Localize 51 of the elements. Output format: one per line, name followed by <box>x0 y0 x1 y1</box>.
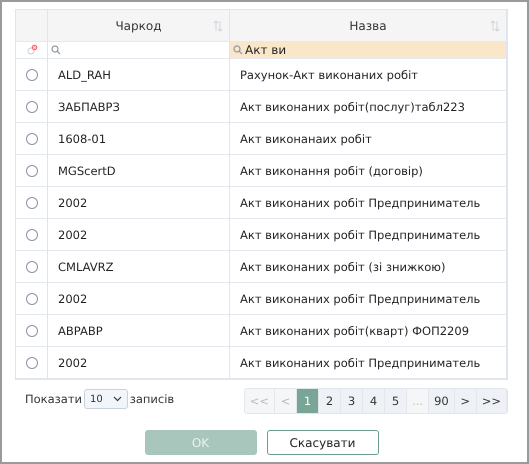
page-size-select[interactable]: 10 <box>84 389 128 409</box>
column-header[interactable]: Чаркод <box>48 10 230 42</box>
records-label: записів <box>130 392 174 406</box>
page-button[interactable]: 5 <box>385 389 408 413</box>
search-icon <box>233 45 243 55</box>
table-cell: ABPABP <box>48 315 230 347</box>
table-cell: Акт виконаних робіт Предприниматель <box>230 219 507 251</box>
sort-icon <box>490 20 500 32</box>
table-cell: 2002 <box>48 219 230 251</box>
table-cell: Акт виконанаих робіт <box>230 123 507 155</box>
table-cell: 2002 <box>48 283 230 315</box>
clear-filter-icon[interactable] <box>26 44 38 56</box>
row-radio[interactable] <box>26 292 38 304</box>
row-radio[interactable] <box>26 260 38 272</box>
page-button[interactable]: >> <box>476 389 507 413</box>
page-button[interactable]: 3 <box>341 389 364 413</box>
table-cell: Рахунок-Акт виконаних робіт <box>230 59 507 91</box>
sort-icon <box>213 20 223 32</box>
row-radio[interactable] <box>26 196 38 208</box>
cancel-button[interactable]: Скасувати <box>266 430 378 455</box>
row-radio[interactable] <box>26 228 38 240</box>
column-header[interactable]: Назва <box>230 10 507 42</box>
table-cell: Акт виконаних робіт(послуг)табл223 <box>230 91 507 123</box>
row-radio[interactable] <box>26 164 38 176</box>
filter-field[interactable] <box>48 42 230 59</box>
row-radio[interactable] <box>26 356 38 368</box>
search-icon <box>51 45 61 55</box>
table-cell: Акт виконаних робіт(кварт) ФОП2209 <box>230 315 507 347</box>
table-cell: MGScertD <box>48 155 230 187</box>
page-button[interactable]: 2 <box>319 389 342 413</box>
chevron-down-icon <box>112 396 122 402</box>
table-cell: ALD_RAH <box>48 59 230 91</box>
table-cell: 2002 <box>48 347 230 379</box>
page-button[interactable]: 4 <box>363 389 386 413</box>
page-button[interactable]: 90 <box>429 389 455 413</box>
table-cell: 1608-01 <box>48 123 230 155</box>
table-cell: Акт виконаних робіт Предприниматель <box>230 283 507 315</box>
table-cell: Акт виконаних робіт Предприниматель <box>230 187 507 219</box>
row-radio[interactable] <box>26 68 38 80</box>
page-button[interactable]: > <box>454 389 477 413</box>
table-cell: 2002 <box>48 187 230 219</box>
show-label: Показати <box>25 392 82 406</box>
table-cell: CMLAVRZ <box>48 251 230 283</box>
table-cell: Акт виконаних робіт (зі знижкою) <box>230 251 507 283</box>
table-cell: Акт виконаних робіт Предприниматель <box>230 347 507 379</box>
table-cell: ЗАБПАВРЗ <box>48 91 230 123</box>
row-radio[interactable] <box>26 132 38 144</box>
table-cell: Акт виконання робіт (договір) <box>230 155 507 187</box>
row-radio[interactable] <box>26 324 38 336</box>
filter-field[interactable]: Акт ви <box>230 42 507 59</box>
row-radio[interactable] <box>26 100 38 112</box>
